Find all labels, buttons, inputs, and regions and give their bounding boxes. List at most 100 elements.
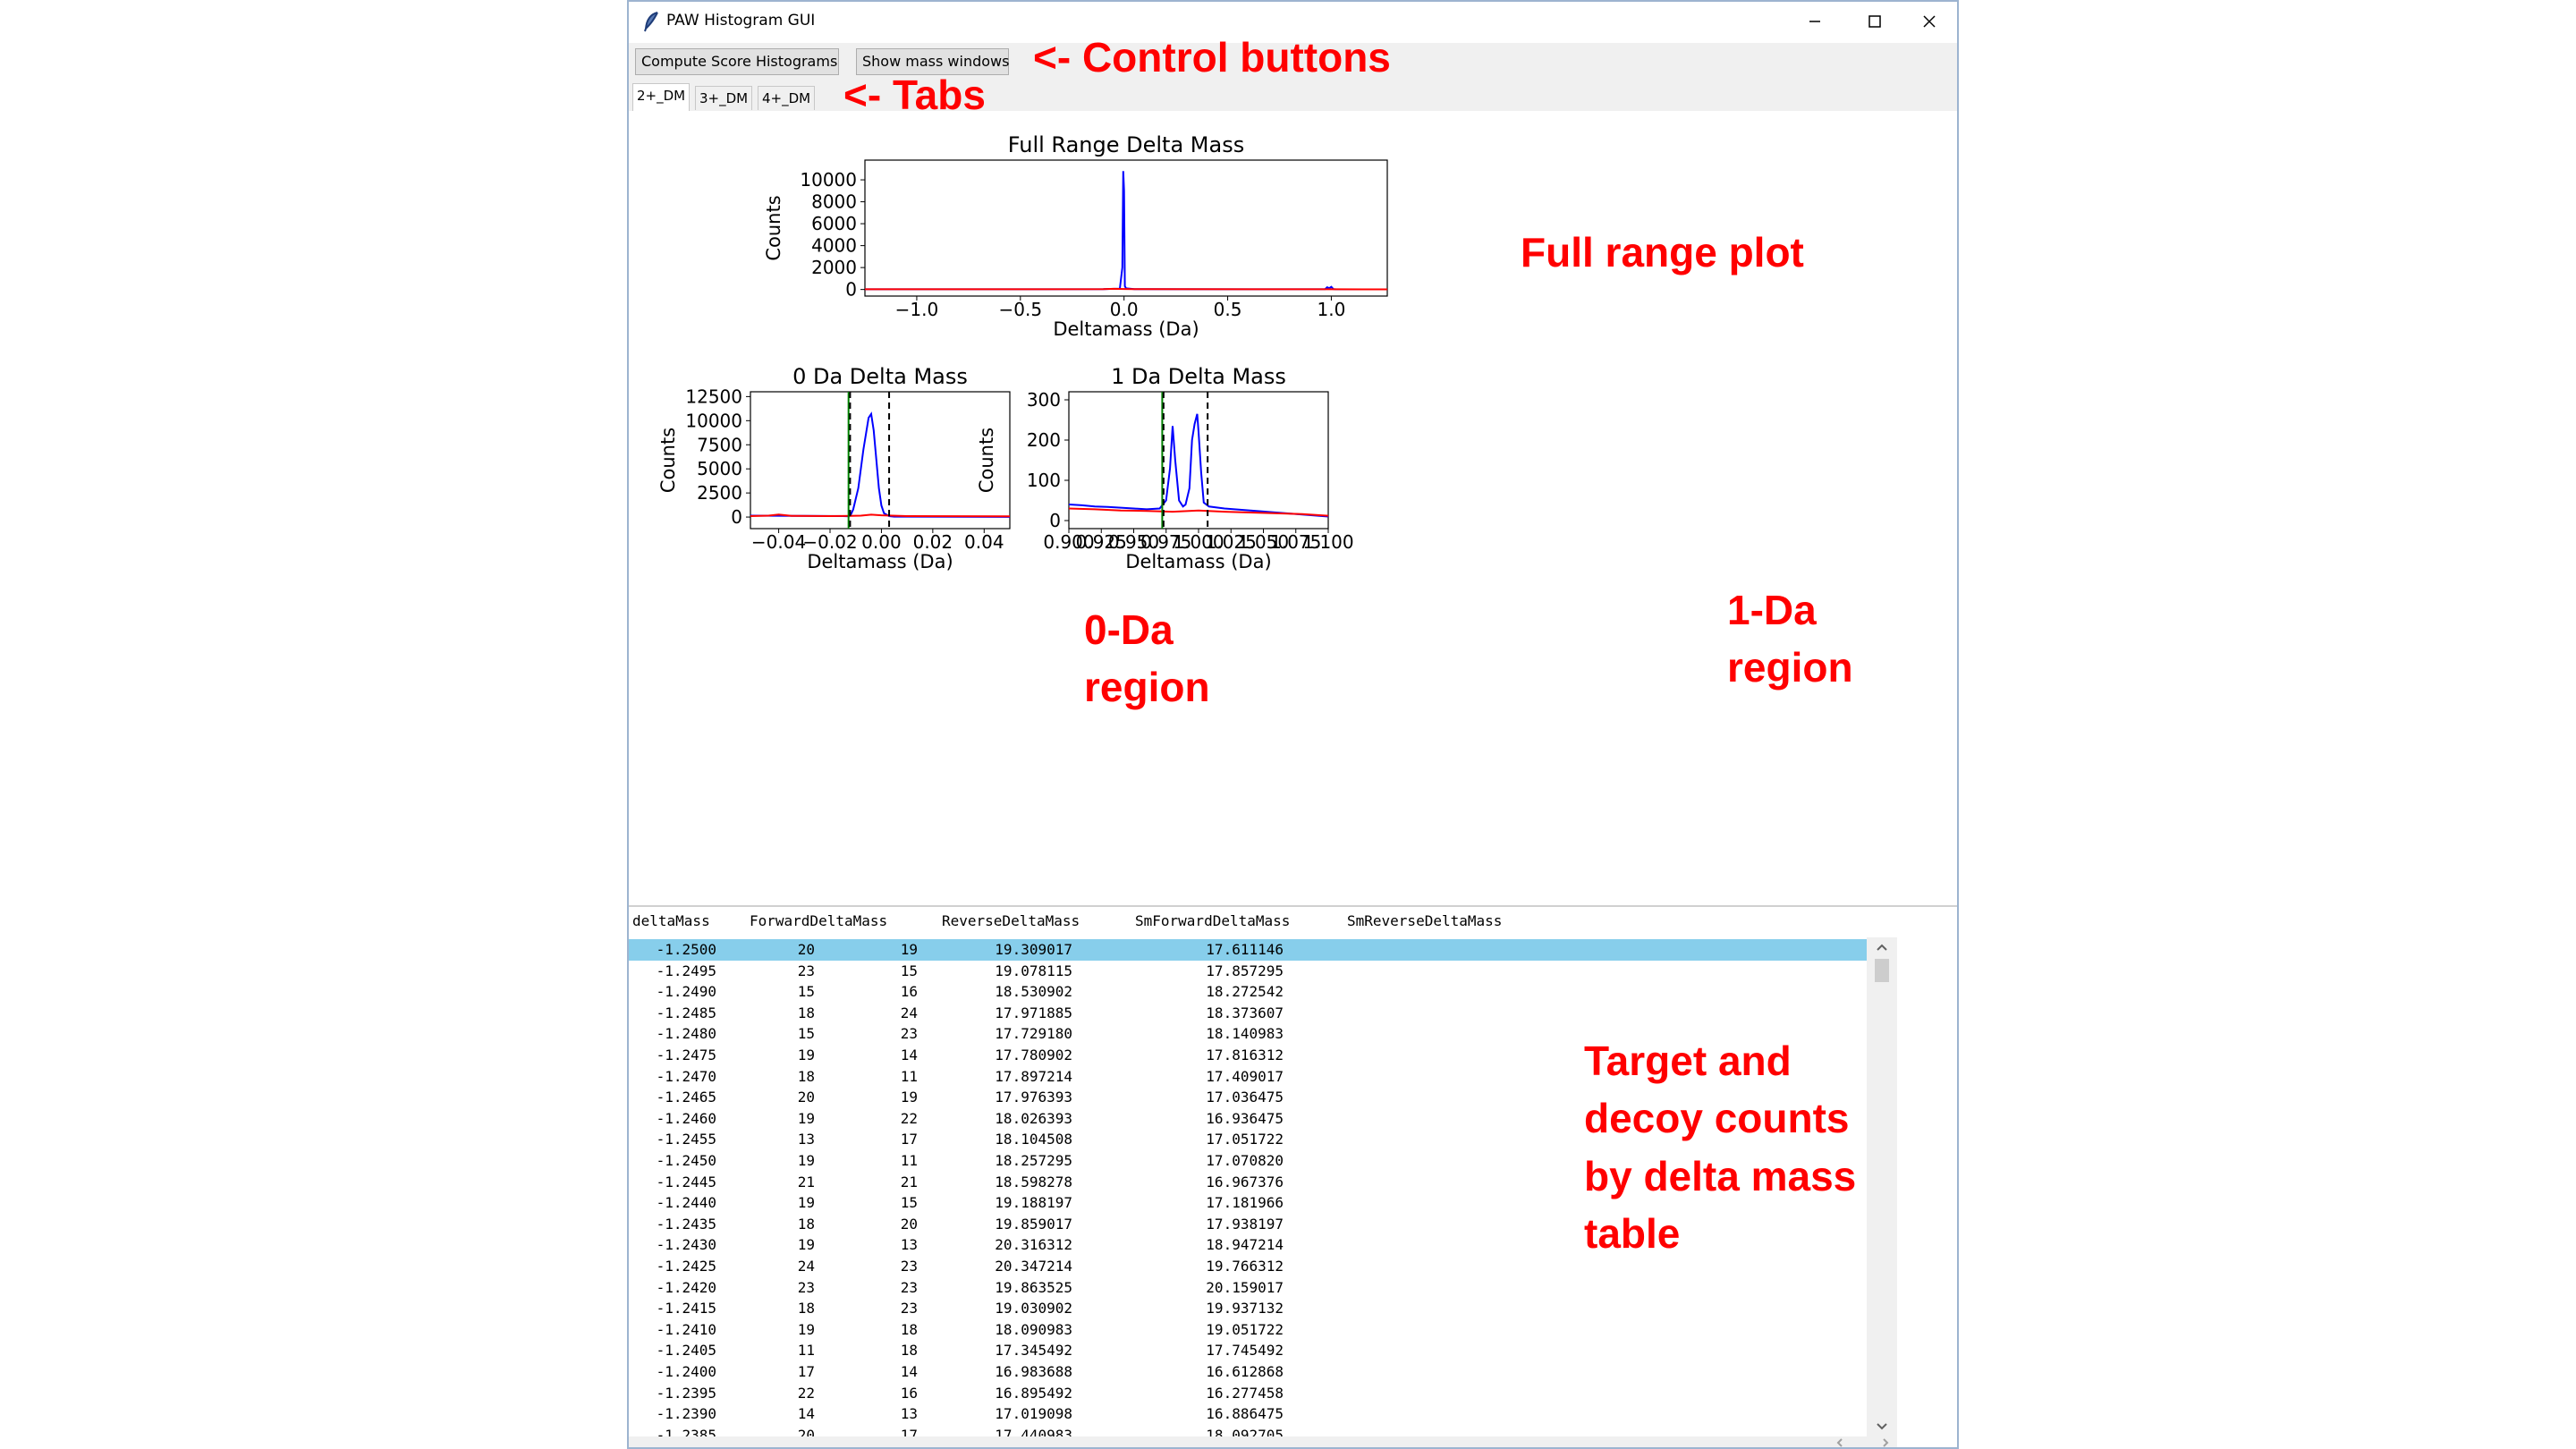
column-header: SmReverseDeltaMass — [1347, 912, 1503, 929]
x-tick-label: 0.5 — [1214, 299, 1242, 320]
tab-2plus-dm[interactable]: 2+_DM — [632, 83, 691, 111]
annotation-full-range: Full range plot — [1521, 229, 1804, 275]
annotation-line: region — [1084, 664, 1210, 711]
maximize-button[interactable] — [1844, 2, 1905, 41]
y-tick-label: 300 — [1027, 389, 1061, 411]
column-header: ForwardDeltaMass — [750, 912, 888, 929]
y-tick-label: 10000 — [800, 169, 857, 191]
chevron-right-icon[interactable] — [1879, 1436, 1892, 1449]
table-row[interactable]: -1.2410 19 18 18.090983 19.051722 — [629, 1319, 1867, 1341]
table-row[interactable]: -1.2415 18 23 19.030902 19.937132 — [629, 1298, 1867, 1319]
y-tick-label: 12500 — [685, 386, 742, 407]
plot-title: 1 Da Delta Mass — [1111, 364, 1286, 389]
table-row[interactable]: -1.2390 14 13 17.019098 16.886475 — [629, 1403, 1867, 1425]
annotation-line: decoy counts — [1584, 1095, 1850, 1142]
table-cell: 19.051722 — [1206, 1320, 1284, 1338]
table-cell: 18.373607 — [1206, 1004, 1284, 1021]
annotation-line: 0-Da — [1084, 606, 1174, 653]
y-tick-label: 0 — [731, 506, 742, 528]
y-tick-label: 8000 — [811, 191, 857, 213]
y-axis-label: Counts — [657, 428, 679, 493]
annotation-table: Target and decoy counts by delta mass ta… — [1584, 1032, 1856, 1263]
table-cell: 17.409017 — [1206, 1067, 1284, 1085]
column-header: deltaMass — [632, 912, 710, 929]
column-header: SmForwardDeltaMass — [1135, 912, 1291, 929]
table-cell: 16.612868 — [1206, 1363, 1284, 1380]
table-row[interactable]: -1.2400 17 14 16.983688 16.612868 — [629, 1361, 1867, 1383]
horizontal-scrollbar[interactable] — [629, 1436, 1897, 1449]
table-cell: 16.967376 — [1206, 1173, 1284, 1191]
table-cell: 16.277458 — [1206, 1384, 1284, 1402]
compute-score-histograms-button[interactable]: Compute Score Histograms — [635, 48, 839, 75]
minimize-icon — [1809, 21, 1820, 22]
scrollbar-thumb[interactable] — [1875, 959, 1889, 982]
y-tick-label: 7500 — [697, 434, 742, 455]
y-axis-label: Counts — [763, 195, 784, 260]
y-tick-label: 2000 — [811, 257, 857, 278]
table-row[interactable]: -1.2500 20 19 19.309017 17.611146 — [629, 939, 1867, 961]
table-cell: 17.070820 — [1206, 1152, 1284, 1169]
tab-4plus-dm[interactable]: 4+_DM — [758, 86, 816, 110]
table-cell: 18.140983 — [1206, 1025, 1284, 1043]
table-cell: 17.051722 — [1206, 1131, 1284, 1148]
table-cell: 17.938197 — [1206, 1215, 1284, 1233]
table-header: deltaMass ForwardDeltaMass ReverseDeltaM… — [629, 912, 1957, 934]
table-cell: 17.611146 — [1206, 941, 1284, 958]
table-cell: 17.181966 — [1206, 1194, 1284, 1212]
x-tick-label: 0.04 — [964, 531, 1004, 553]
maximize-icon — [1868, 15, 1881, 28]
x-tick-label: −1.0 — [895, 299, 939, 320]
table-cell: 17.857295 — [1206, 962, 1284, 979]
x-axis-label: Deltamass (Da) — [1053, 318, 1199, 340]
x-axis-label: Deltamass (Da) — [807, 551, 953, 572]
y-tick-label: 5000 — [697, 458, 742, 479]
annotation-line: by delta mass — [1584, 1152, 1857, 1199]
column-header: ReverseDeltaMass — [942, 912, 1080, 929]
annotation-zero-da: 0-Da region — [1084, 601, 1210, 716]
x-tick-label: −0.02 — [802, 531, 857, 553]
y-tick-label: 4000 — [811, 235, 857, 257]
table-cell: 17.816312 — [1206, 1046, 1284, 1063]
table-row[interactable]: -1.2485 18 24 17.971885 18.373607 — [629, 1003, 1867, 1024]
annotation-one-da: 1-Da region — [1727, 581, 1853, 697]
x-tick-label: 0.0 — [1110, 299, 1139, 320]
table-cell: 19.937132 — [1206, 1300, 1284, 1318]
y-tick-label: 10000 — [685, 410, 742, 431]
plot-frame — [1068, 391, 1329, 530]
table-row[interactable]: -1.2495 23 15 19.078115 17.857295 — [629, 961, 1867, 982]
table-row[interactable]: -1.2405 11 18 17.345492 17.745492 — [629, 1340, 1867, 1361]
chevron-up-icon[interactable] — [1875, 941, 1889, 953]
table-cell: 19.766312 — [1206, 1258, 1284, 1275]
window-title: PAW Histogram GUI — [666, 12, 816, 30]
x-axis-label: Deltamass (Da) — [1125, 551, 1271, 572]
annotation-line: table — [1584, 1210, 1681, 1258]
annotation-control-buttons: <- Control buttons — [1033, 34, 1391, 80]
tab-3plus-dm[interactable]: 3+_DM — [695, 86, 753, 110]
plot-frame — [750, 391, 1011, 530]
table-row[interactable]: -1.2490 15 16 18.530902 18.272542 — [629, 981, 1867, 1003]
y-tick-label: 6000 — [811, 213, 857, 234]
close-button[interactable] — [1899, 2, 1957, 41]
y-axis-label: Counts — [976, 428, 997, 493]
minimize-button[interactable] — [1784, 2, 1845, 41]
plot-title: 0 Da Delta Mass — [792, 364, 968, 389]
x-tick-label: −0.04 — [751, 531, 806, 553]
table-row[interactable]: -1.2420 23 23 19.863525 20.159017 — [629, 1277, 1867, 1299]
table-cell: 18.947214 — [1206, 1236, 1284, 1254]
table-row[interactable]: -1.2395 22 16 16.895492 16.277458 — [629, 1383, 1867, 1404]
annotation-tabs: <- Tabs — [843, 72, 986, 118]
table-cell: 17.036475 — [1206, 1089, 1284, 1106]
plot-frame — [864, 159, 1388, 297]
x-tick-label: 0.02 — [913, 531, 953, 553]
annotation-line: region — [1727, 644, 1853, 691]
annotation-line: 1-Da — [1727, 587, 1817, 633]
x-tick-label: 1.100 — [1302, 531, 1353, 553]
y-tick-label: 100 — [1027, 470, 1061, 491]
x-tick-label: 1.0 — [1318, 299, 1346, 320]
vertical-scrollbar[interactable] — [1867, 937, 1897, 1436]
chevron-down-icon[interactable] — [1875, 1420, 1889, 1433]
chevron-left-icon[interactable] — [1834, 1436, 1846, 1449]
table-cell: 18.272542 — [1206, 983, 1284, 1001]
x-tick-label: −0.5 — [999, 299, 1043, 320]
table-cell: 20.159017 — [1206, 1278, 1284, 1296]
